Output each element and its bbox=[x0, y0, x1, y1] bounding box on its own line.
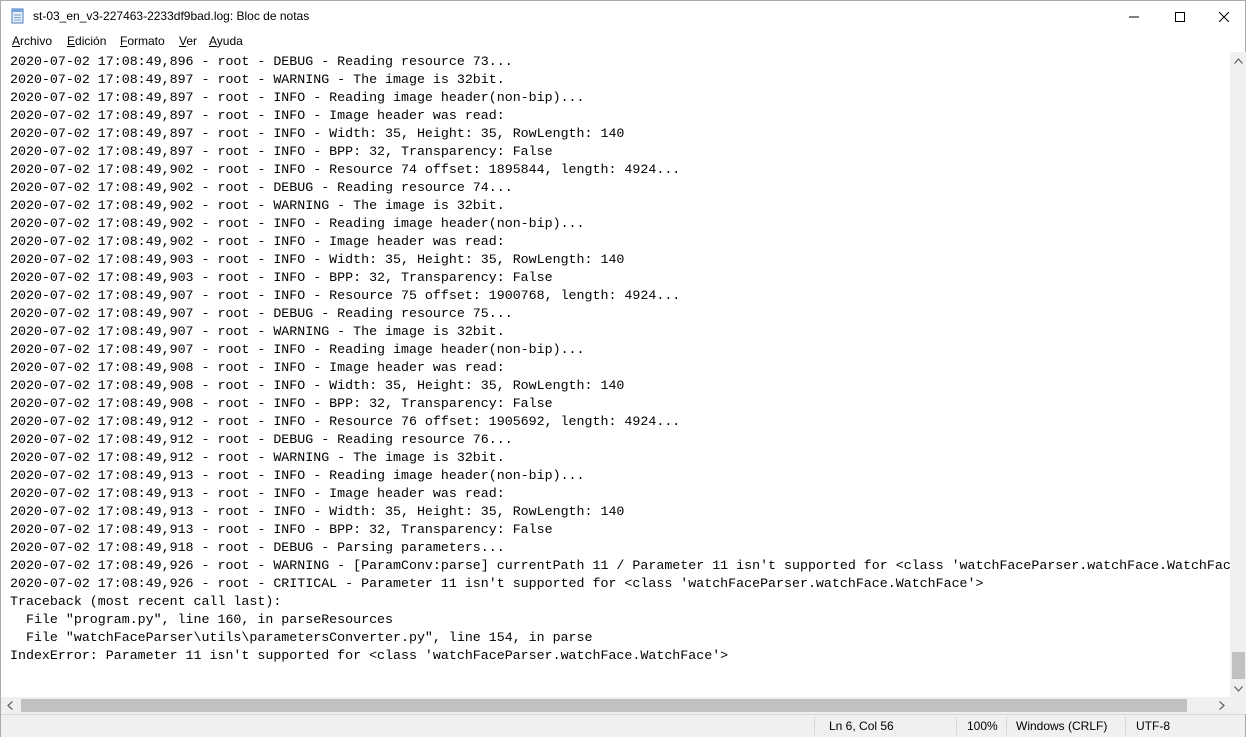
editor-line: 2020-07-02 17:08:49,913 - root - INFO - … bbox=[10, 504, 625, 519]
editor-line: 2020-07-02 17:08:49,912 - root - INFO - … bbox=[10, 414, 681, 429]
editor-line: 2020-07-02 17:08:49,902 - root - WARNING… bbox=[10, 198, 505, 213]
chevron-up-icon bbox=[1234, 57, 1243, 64]
title-bar[interactable]: st-03_en_v3-227463-2233df9bad.log: Bloc … bbox=[1, 1, 1245, 32]
maximize-button[interactable] bbox=[1157, 1, 1203, 32]
editor-line: 2020-07-02 17:08:49,913 - root - INFO - … bbox=[10, 468, 585, 483]
scrollbar-corner bbox=[1230, 697, 1246, 714]
editor-line: 2020-07-02 17:08:49,908 - root - INFO - … bbox=[10, 360, 505, 375]
notepad-icon bbox=[11, 8, 25, 24]
window-title: st-03_en_v3-227463-2233df9bad.log: Bloc … bbox=[33, 9, 310, 23]
status-separator bbox=[956, 717, 957, 735]
status-separator bbox=[814, 717, 815, 735]
vertical-scrollbar[interactable] bbox=[1230, 52, 1246, 697]
editor-line: 2020-07-02 17:08:49,918 - root - DEBUG -… bbox=[10, 540, 505, 555]
editor-line: 2020-07-02 17:08:49,913 - root - INFO - … bbox=[10, 522, 553, 537]
vertical-scroll-thumb[interactable] bbox=[1232, 652, 1245, 679]
menu-edicion[interactable]: Edición bbox=[67, 34, 106, 48]
menu-ayuda[interactable]: Ayuda bbox=[209, 34, 243, 48]
text-editor[interactable]: 2020-07-02 17:08:49,896 - root - DEBUG -… bbox=[1, 52, 1230, 697]
editor-line: 2020-07-02 17:08:49,926 - root - WARNING… bbox=[10, 558, 1230, 573]
editor-line: 2020-07-02 17:08:49,903 - root - INFO - … bbox=[10, 252, 625, 267]
line-ending: Windows (CRLF) bbox=[1016, 719, 1108, 733]
scroll-right-button[interactable] bbox=[1213, 697, 1230, 714]
editor-line: 2020-07-02 17:08:49,926 - root - CRITICA… bbox=[10, 576, 984, 591]
editor-line: 2020-07-02 17:08:49,902 - root - INFO - … bbox=[10, 216, 585, 231]
menu-archivo[interactable]: Archivo bbox=[12, 34, 52, 48]
editor-line: 2020-07-02 17:08:49,903 - root - INFO - … bbox=[10, 270, 553, 285]
menu-ayuda-mnemonic: A bbox=[209, 34, 217, 48]
scroll-left-button[interactable] bbox=[1, 697, 18, 714]
editor-line: File "program.py", line 160, in parseRes… bbox=[10, 612, 394, 627]
editor-line: 2020-07-02 17:08:49,897 - root - INFO - … bbox=[10, 144, 553, 159]
menu-bar: Archivo Edición Formato Ver Ayuda bbox=[1, 32, 1245, 51]
editor-line: 2020-07-02 17:08:49,907 - root - WARNING… bbox=[10, 324, 505, 339]
editor-line: 2020-07-02 17:08:49,897 - root - WARNING… bbox=[10, 72, 505, 87]
editor-line: 2020-07-02 17:08:49,896 - root - DEBUG -… bbox=[10, 54, 513, 69]
status-separator bbox=[1125, 717, 1126, 735]
chevron-left-icon bbox=[6, 701, 13, 710]
menu-formato[interactable]: Formato bbox=[120, 34, 165, 48]
editor-line: 2020-07-02 17:08:49,912 - root - WARNING… bbox=[10, 450, 505, 465]
editor-line: 2020-07-02 17:08:49,897 - root - INFO - … bbox=[10, 90, 585, 105]
editor-line: 2020-07-02 17:08:49,897 - root - INFO - … bbox=[10, 126, 625, 141]
menu-edicion-label: dición bbox=[75, 34, 107, 48]
editor-line: File "watchFaceParser\utils\parametersCo… bbox=[10, 630, 593, 645]
minimize-button[interactable] bbox=[1111, 1, 1157, 32]
minimize-icon bbox=[1129, 16, 1139, 17]
encoding: UTF-8 bbox=[1136, 719, 1170, 733]
chevron-down-icon bbox=[1234, 685, 1243, 692]
notepad-window: st-03_en_v3-227463-2233df9bad.log: Bloc … bbox=[0, 0, 1246, 737]
editor-line: 2020-07-02 17:08:49,913 - root - INFO - … bbox=[10, 486, 505, 501]
editor-line: 2020-07-02 17:08:49,902 - root - INFO - … bbox=[10, 162, 681, 177]
close-button[interactable] bbox=[1201, 1, 1246, 32]
editor-line: 2020-07-02 17:08:49,908 - root - INFO - … bbox=[10, 378, 625, 393]
menu-edicion-mnemonic: E bbox=[67, 34, 76, 48]
scroll-down-button[interactable] bbox=[1230, 680, 1246, 697]
menu-archivo-mnemonic: A bbox=[12, 34, 21, 48]
cursor-position: Ln 6, Col 56 bbox=[829, 719, 894, 733]
chevron-right-icon bbox=[1218, 701, 1225, 710]
close-icon bbox=[1219, 11, 1229, 22]
horizontal-scrollbar[interactable] bbox=[1, 697, 1230, 714]
editor-line: 2020-07-02 17:08:49,902 - root - INFO - … bbox=[10, 234, 505, 249]
status-bar: Ln 6, Col 56 100% Windows (CRLF) UTF-8 bbox=[1, 714, 1245, 737]
editor-line: 2020-07-02 17:08:49,908 - root - INFO - … bbox=[10, 396, 553, 411]
zoom-level: 100% bbox=[967, 719, 998, 733]
menu-ver[interactable]: Ver bbox=[179, 34, 197, 48]
scroll-up-button[interactable] bbox=[1230, 52, 1246, 69]
menu-formato-label: ormato bbox=[127, 34, 165, 48]
menu-ayuda-label: yuda bbox=[216, 34, 243, 48]
editor-line: Traceback (most recent call last): bbox=[10, 594, 282, 609]
editor-line: IndexError: Parameter 11 isn't supported… bbox=[10, 648, 729, 663]
editor-line: 2020-07-02 17:08:49,897 - root - INFO - … bbox=[10, 108, 505, 123]
editor-line: 2020-07-02 17:08:49,907 - root - DEBUG -… bbox=[10, 306, 513, 321]
editor-line: 2020-07-02 17:08:49,907 - root - INFO - … bbox=[10, 288, 681, 303]
editor-line: 2020-07-02 17:08:49,912 - root - DEBUG -… bbox=[10, 432, 513, 447]
editor-line: 2020-07-02 17:08:49,902 - root - DEBUG -… bbox=[10, 180, 513, 195]
horizontal-scroll-thumb[interactable] bbox=[21, 699, 1187, 712]
maximize-icon bbox=[1175, 11, 1185, 22]
menu-archivo-label: rchivo bbox=[20, 34, 53, 48]
status-separator bbox=[1006, 717, 1007, 735]
editor-line: 2020-07-02 17:08:49,907 - root - INFO - … bbox=[10, 342, 585, 357]
menu-ver-label: er bbox=[186, 34, 198, 48]
